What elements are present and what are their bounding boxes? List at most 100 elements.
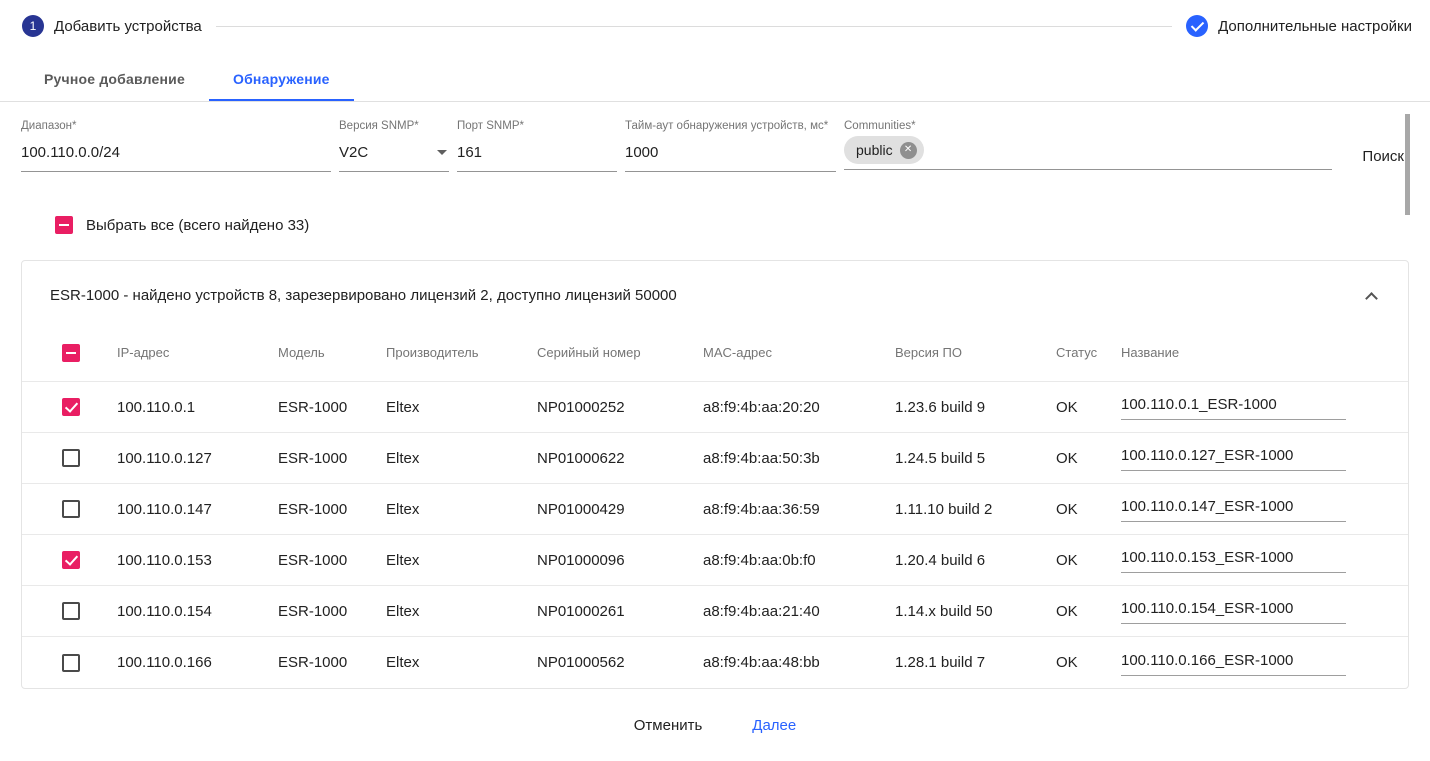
cell-firmware: 1.23.6 build 9: [895, 399, 1056, 416]
group-header: ESR-1000 - найдено устройств 8, зарезерв…: [22, 261, 1408, 324]
next-button[interactable]: Далее: [744, 711, 804, 740]
step-1-label: Добавить устройства: [54, 18, 202, 35]
community-chip: public ✕: [844, 136, 924, 164]
device-name-input[interactable]: [1121, 496, 1346, 522]
cell-vendor: Eltex: [386, 399, 537, 416]
cell-vendor: Eltex: [386, 552, 537, 569]
device-row: 100.110.0.153 ESR-1000 Eltex NP01000096 …: [22, 535, 1408, 586]
row-checkbox[interactable]: [62, 654, 80, 672]
timeout-field: Тайм-аут обнаружения устройств, мс*: [625, 120, 836, 172]
header-ip: IP-адрес: [117, 345, 278, 360]
device-name-input[interactable]: [1121, 394, 1346, 420]
device-name-input[interactable]: [1121, 598, 1346, 624]
header-model: Модель: [278, 345, 386, 360]
device-row: 100.110.0.154 ESR-1000 Eltex NP01000261 …: [22, 586, 1408, 637]
cell-ip: 100.110.0.153: [117, 552, 278, 569]
collapse-chevron-icon[interactable]: [1365, 292, 1378, 305]
cell-vendor: Eltex: [386, 603, 537, 620]
step-1-badge: 1: [22, 15, 44, 37]
cell-vendor: Eltex: [386, 654, 537, 671]
cell-status: OK: [1056, 654, 1121, 671]
cell-status: OK: [1056, 501, 1121, 518]
header-status: Статус: [1056, 345, 1121, 360]
timeout-input[interactable]: [625, 136, 836, 172]
snmp-port-input[interactable]: [457, 136, 617, 172]
snmp-port-label: Порт SNMP*: [457, 120, 617, 132]
cell-model: ESR-1000: [278, 552, 386, 569]
cell-model: ESR-1000: [278, 450, 386, 467]
header-mac: MAC-адрес: [703, 345, 895, 360]
row-checkbox[interactable]: [62, 602, 80, 620]
cell-ip: 100.110.0.147: [117, 501, 278, 518]
cell-status: OK: [1056, 450, 1121, 467]
cell-status: OK: [1056, 552, 1121, 569]
cell-mac: a8:f9:4b:aa:48:bb: [703, 654, 895, 671]
tab-discovery[interactable]: Обнаружение: [209, 56, 354, 101]
group-select-all-checkbox[interactable]: [62, 344, 80, 362]
header-firmware: Версия ПО: [895, 345, 1056, 360]
scrollbar-thumb[interactable]: [1405, 114, 1410, 215]
device-row: 100.110.0.127 ESR-1000 Eltex NP01000622 …: [22, 433, 1408, 484]
step-add-devices[interactable]: 1 Добавить устройства: [22, 15, 202, 37]
timeout-label: Тайм-аут обнаружения устройств, мс*: [625, 120, 836, 132]
snmp-version-value: V2C: [339, 144, 368, 161]
cell-mac: a8:f9:4b:aa:20:20: [703, 399, 895, 416]
communities-label: Communities*: [844, 120, 1332, 132]
select-all-row: Выбрать все (всего найдено 33): [0, 172, 1430, 234]
tab-manual-add[interactable]: Ручное добавление: [20, 56, 209, 101]
communities-field: Communities* public ✕: [844, 120, 1332, 170]
tab-bar: Ручное добавление Обнаружение: [0, 56, 1430, 102]
range-label: Диапазон*: [21, 120, 331, 132]
device-group-card: ESR-1000 - найдено устройств 8, зарезерв…: [21, 260, 1409, 689]
cell-firmware: 1.24.5 build 5: [895, 450, 1056, 467]
cell-serial: NP01000429: [537, 501, 703, 518]
group-title: ESR-1000 - найдено устройств 8, зарезерв…: [50, 287, 677, 304]
footer-actions: Отменить Далее: [0, 689, 1430, 758]
snmp-port-field: Порт SNMP*: [457, 120, 617, 172]
cell-vendor: Eltex: [386, 501, 537, 518]
device-name-input[interactable]: [1121, 547, 1346, 573]
range-input[interactable]: [21, 136, 331, 172]
row-checkbox[interactable]: [62, 500, 80, 518]
cell-mac: a8:f9:4b:aa:0b:f0: [703, 552, 895, 569]
discovery-form: Диапазон* Версия SNMP* V2C Порт SNMP* Та…: [0, 102, 1430, 172]
snmp-version-select[interactable]: V2C: [339, 136, 449, 172]
row-checkbox[interactable]: [62, 551, 80, 569]
select-all-checkbox[interactable]: [55, 216, 73, 234]
cell-ip: 100.110.0.166: [117, 654, 278, 671]
cell-model: ESR-1000: [278, 399, 386, 416]
cell-ip: 100.110.0.127: [117, 450, 278, 467]
cell-ip: 100.110.0.1: [117, 399, 278, 416]
select-all-label: Выбрать все (всего найдено 33): [86, 217, 309, 234]
cell-serial: NP01000096: [537, 552, 703, 569]
stepper-connector-line: [216, 26, 1172, 27]
cell-mac: a8:f9:4b:aa:50:3b: [703, 450, 895, 467]
communities-input[interactable]: public ✕: [844, 136, 1332, 170]
cell-serial: NP01000622: [537, 450, 703, 467]
cell-firmware: 1.20.4 build 6: [895, 552, 1056, 569]
header-name: Название: [1121, 345, 1408, 360]
device-row: 100.110.0.1 ESR-1000 Eltex NP01000252 a8…: [22, 382, 1408, 433]
step-2-check-icon: [1186, 15, 1208, 37]
device-row: 100.110.0.147 ESR-1000 Eltex NP01000429 …: [22, 484, 1408, 535]
cell-firmware: 1.14.x build 50: [895, 603, 1056, 620]
row-checkbox[interactable]: [62, 449, 80, 467]
cell-mac: a8:f9:4b:aa:21:40: [703, 603, 895, 620]
cell-serial: NP01000252: [537, 399, 703, 416]
community-chip-label: public: [856, 142, 893, 158]
range-field: Диапазон*: [21, 120, 331, 172]
cell-firmware: 1.28.1 build 7: [895, 654, 1056, 671]
step-additional-settings[interactable]: Дополнительные настройки: [1186, 15, 1412, 37]
row-checkbox[interactable]: [62, 398, 80, 416]
cell-ip: 100.110.0.154: [117, 603, 278, 620]
cell-model: ESR-1000: [278, 654, 386, 671]
cell-serial: NP01000261: [537, 603, 703, 620]
cell-model: ESR-1000: [278, 501, 386, 518]
device-name-input[interactable]: [1121, 650, 1346, 676]
cell-model: ESR-1000: [278, 603, 386, 620]
dropdown-arrow-icon: [437, 150, 447, 155]
device-name-input[interactable]: [1121, 445, 1346, 471]
chip-remove-icon[interactable]: ✕: [900, 142, 917, 159]
header-serial: Серийный номер: [537, 345, 703, 360]
cancel-button[interactable]: Отменить: [626, 711, 711, 740]
